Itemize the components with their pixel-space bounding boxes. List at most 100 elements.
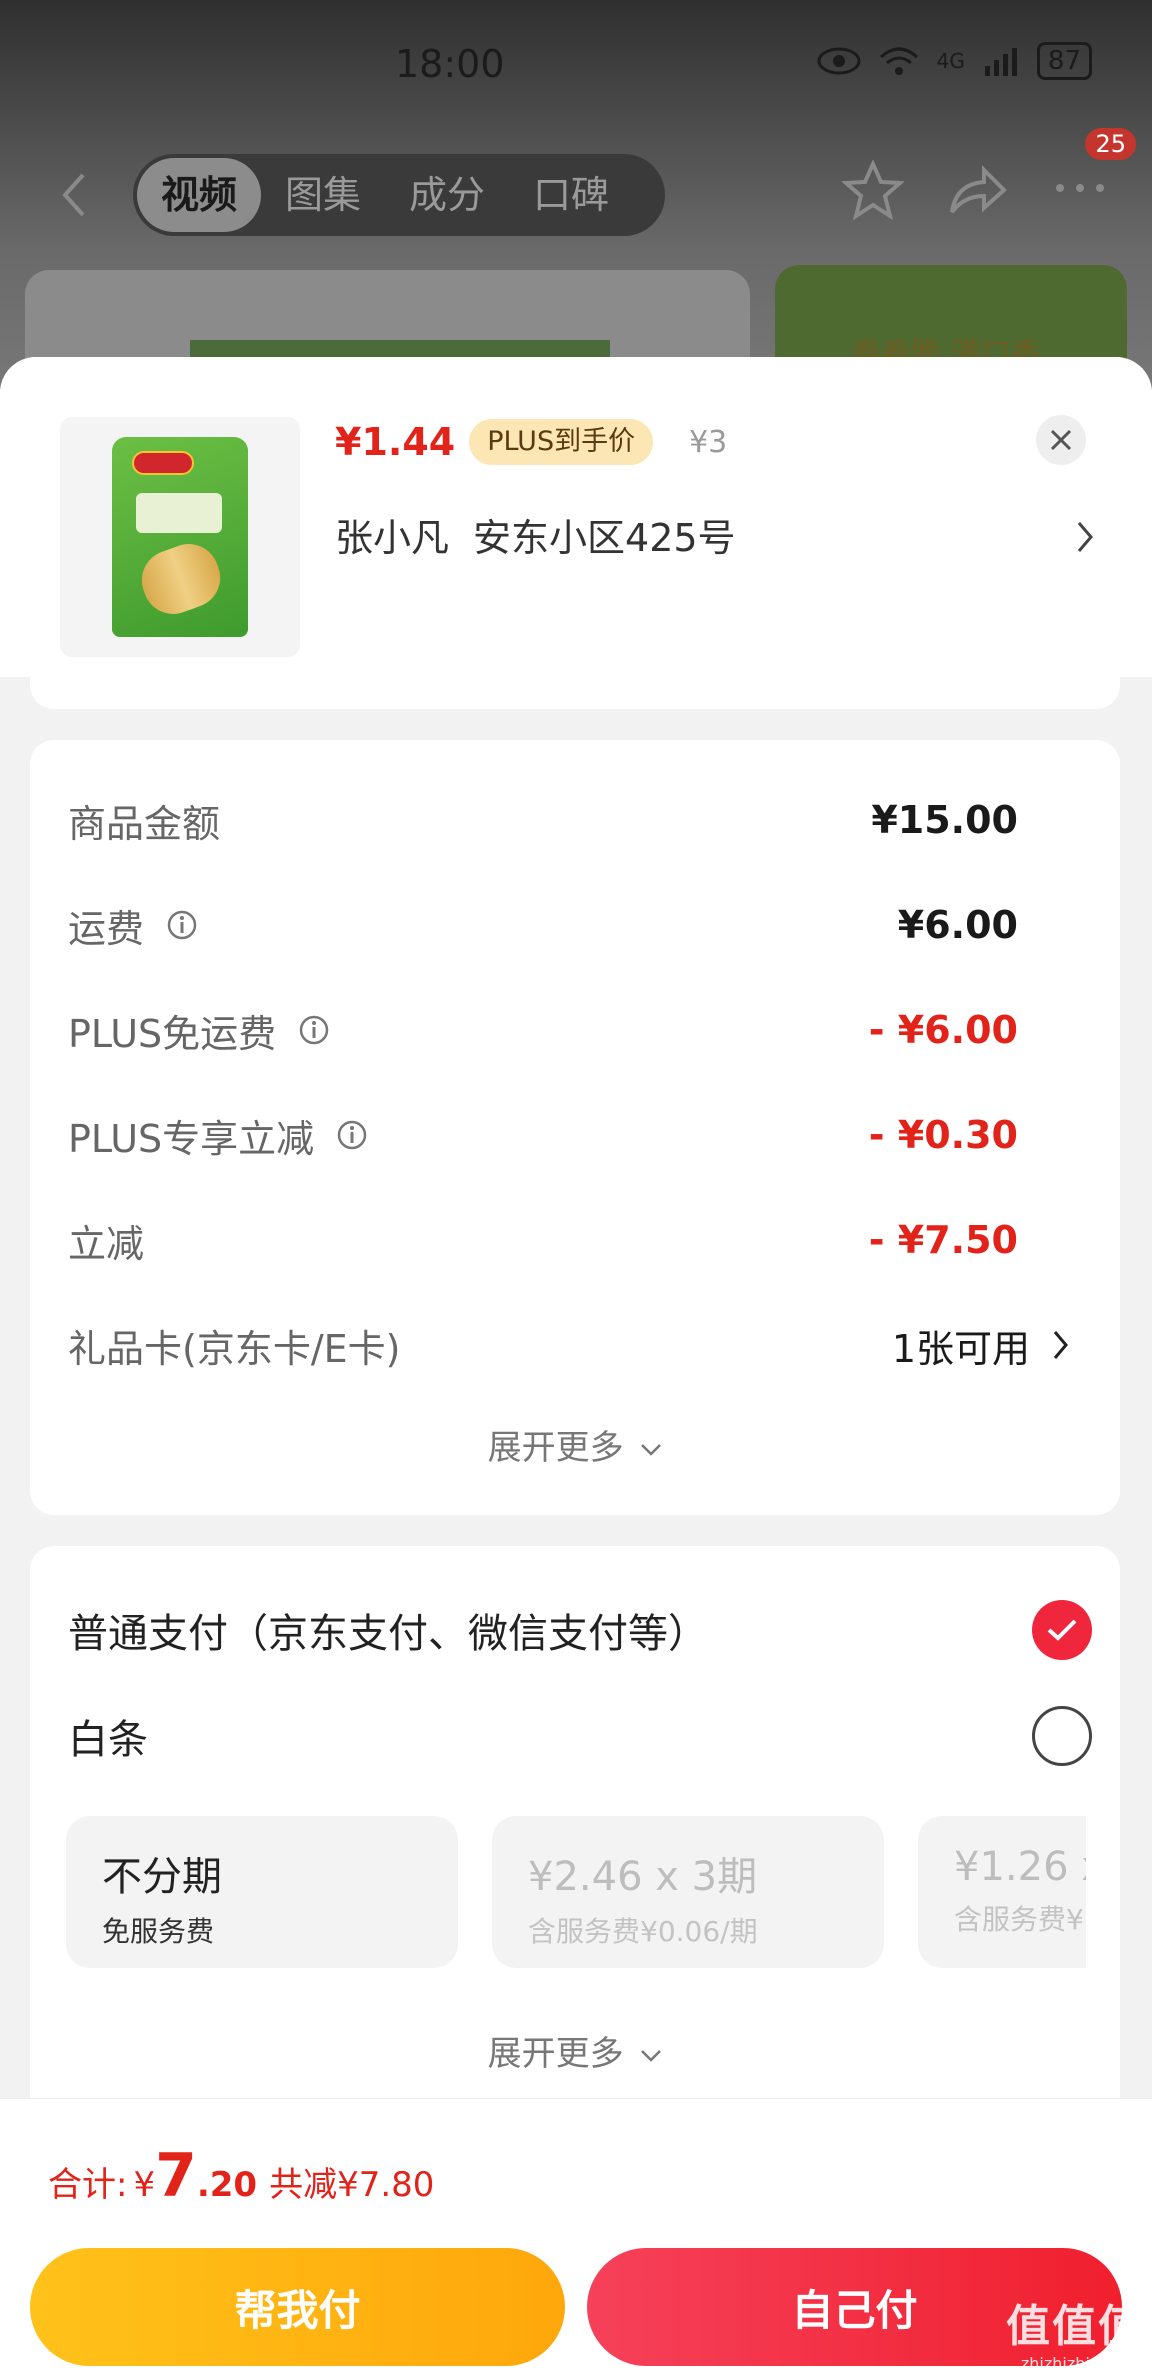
payment-method-card: 普通支付（京东支付、微信支付等） 白条 不分期 免服务费 ¥2.46 x 3期 … [30,1546,1120,2166]
chevron-down-icon [641,1443,662,1456]
bag-label [136,493,222,533]
gift-card-available: 1张可用 [892,1318,1070,1373]
fee-row-plus-free-shipping: PLUS免运费 - ¥6.00 [68,1000,1070,1060]
info-icon[interactable] [336,1119,368,1151]
installment-option-none[interactable]: 不分期 免服务费 [66,1816,458,1968]
total-currency: ¥ [133,2165,156,2205]
installment-options: 不分期 免服务费 ¥2.46 x 3期 含服务费¥0.06/期 ¥1.26 x … [66,1816,1086,1968]
status-icons: 4G 87 [817,42,1092,80]
chip-bag-image [112,437,248,637]
fee-row-gift-card[interactable]: 礼品卡(京东卡/E卡) 1张可用 [68,1315,1070,1375]
top-nav: 视频 图集 成分 口碑 25 [0,128,1152,240]
signal-icon [984,48,1017,76]
chevron-right-icon [1077,522,1093,552]
original-price: ¥3 [689,424,728,460]
expand-label: 展开更多 [487,2034,624,2074]
product-thumbnail [60,417,300,657]
fee-label: 立减 [68,1221,145,1266]
installment-sub: 免服务费 [102,1915,215,1948]
fee-value: - ¥0.30 [868,1113,1018,1157]
address-row[interactable]: 张小凡 安东小区425号 [335,507,1095,567]
network-label: 4G [936,49,965,73]
wifi-icon [879,47,918,75]
back-arrow-icon[interactable] [55,170,95,220]
fee-details-card: 商品金额 ¥15.00 运费 ¥6.00 PLUS免运费 - ¥6.00 PLU… [30,740,1120,1515]
installment-main: ¥1.26 x [954,1844,1086,1890]
fee-label-plus-shipping: PLUS免运费 [68,1003,330,1058]
product-summary: ¥1.44 PLUS到手价 ¥3 张小凡 安东小区425号 [0,357,1152,677]
chip-rolls-graphic [133,535,229,623]
installment-sub: 含服务费¥0.06/期 [528,1915,758,1948]
total-line: 合计: ¥ 7 .20 共减¥7.80 [48,2141,434,2211]
tab-video[interactable]: 视频 [137,158,262,232]
close-button[interactable] [1036,415,1086,465]
total-label: 合计: [48,2165,128,2205]
address-text: 安东小区425号 [473,516,736,560]
fee-value: ¥15.00 [871,798,1018,842]
current-price: ¥1.44 [335,420,456,464]
payment-label: 普通支付（京东支付、微信支付等） [68,1611,708,1657]
summary-card-bottom [30,657,1120,709]
fee-value: - ¥6.00 [868,1008,1018,1052]
tab-bar: 视频 图集 成分 口碑 [133,154,665,236]
fee-row-instant-discount: 立减 - ¥7.50 [68,1210,1070,1270]
fee-value: ¥6.00 [897,903,1018,947]
total-saved: 共减¥7.80 [269,2165,435,2205]
eye-icon [817,47,861,75]
star-icon[interactable] [842,160,904,220]
recipient-name: 张小凡 [335,516,450,560]
tab-ingredients[interactable]: 成分 [385,158,509,232]
radio-unchecked[interactable] [1032,1706,1092,1766]
fee-label: 商品金额 [68,801,221,846]
fee-value: - ¥7.50 [868,1218,1018,1262]
payment-option-baitiao[interactable]: 白条 [68,1704,1092,1768]
tab-reviews[interactable]: 口碑 [509,158,633,232]
payment-label: 白条 [68,1717,148,1763]
fee-label-shipping: 运费 [68,898,198,953]
payment-option-normal[interactable]: 普通支付（京东支付、微信支付等） [68,1598,1092,1662]
help-pay-button[interactable]: 帮我付 [30,2248,565,2366]
tab-gallery[interactable]: 图集 [261,158,385,232]
more-menu[interactable]: 25 [1050,128,1136,212]
share-icon[interactable] [946,162,1008,218]
order-total-bar: 合计: ¥ 7 .20 共减¥7.80 [0,2098,1152,2230]
expand-payment-button[interactable]: 展开更多 [30,2026,1120,2075]
installment-main: 不分期 [102,1854,222,1900]
installment-main: ¥2.46 x 3期 [528,1854,758,1900]
chevron-right-icon [1053,1331,1068,1359]
more-icon[interactable] [1050,168,1112,208]
checkmark-icon [1047,1619,1077,1641]
brand-logo [132,451,194,475]
status-bar: 18:00 4G 87 [0,0,1152,120]
radio-checked[interactable] [1032,1600,1092,1660]
notification-badge: 25 [1085,128,1136,160]
expand-label: 展开更多 [487,1428,624,1468]
installment-option-more[interactable]: ¥1.26 x 含服务费¥ [918,1816,1086,1968]
installment-sub: 含服务费¥ [954,1903,1084,1936]
battery-indicator: 87 [1036,42,1092,80]
info-icon[interactable] [166,909,198,941]
fee-row-shipping: 运费 ¥6.00 [68,895,1070,955]
fee-label: 礼品卡(京东卡/E卡) [68,1326,401,1371]
watermark: 值值值 zhizhizhi.com [1000,2290,1150,2373]
installment-option-3[interactable]: ¥2.46 x 3期 含服务费¥0.06/期 [492,1816,884,1968]
checkout-sheet: ¥1.44 PLUS到手价 ¥3 张小凡 安东小区425号 商品金额 ¥15.00… [0,357,1152,2376]
total-integer: 7 [155,2141,197,2211]
fee-row-goods: 商品金额 ¥15.00 [68,790,1070,850]
fee-label: 运费 [68,906,145,951]
close-icon [1050,429,1072,451]
price-row: ¥1.44 PLUS到手价 ¥3 [335,415,727,469]
info-icon[interactable] [298,1014,330,1046]
nav-actions: 25 [842,128,1136,220]
plus-price-tag: PLUS到手价 [469,419,654,465]
fee-value: 1张可用 [891,1326,1030,1371]
fee-label-plus-discount: PLUS专享立减 [68,1108,368,1163]
expand-fees-button[interactable]: 展开更多 [30,1420,1120,1469]
total-decimal: .20 [196,2165,258,2205]
watermark-sub: zhizhizhi.com [1020,2354,1130,2373]
status-time: 18:00 [395,42,505,86]
fee-label: PLUS免运费 [68,1011,277,1056]
fee-label: PLUS专享立减 [68,1116,315,1161]
action-buttons: 帮我付 自己付 [0,2230,1152,2376]
fee-row-plus-discount: PLUS专享立减 - ¥0.30 [68,1105,1070,1165]
